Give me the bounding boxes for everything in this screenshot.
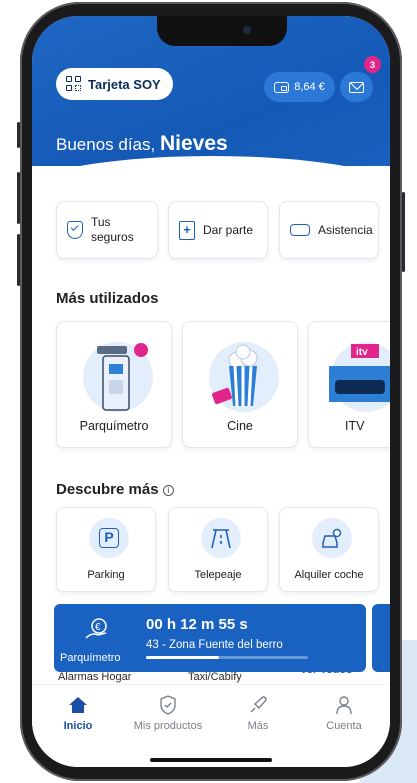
- svg-text:€: €: [95, 622, 101, 633]
- home-icon: [69, 697, 87, 713]
- tab-bar: Inicio Mis productos Más Cuenta: [32, 684, 390, 767]
- app-screen: Tarjeta SOY 8,64 € 3 Buenos días, Nieves…: [32, 16, 390, 767]
- user-icon: [336, 696, 352, 715]
- active-parking-card[interactable]: € Parquímetro 00 h 12 m 55 s 43 - Zona F…: [54, 604, 366, 672]
- info-icon[interactable]: i: [162, 485, 174, 496]
- notification-badge: 3: [364, 56, 381, 73]
- shield-check-icon: [67, 221, 83, 239]
- svg-text:itv: itv: [356, 347, 368, 358]
- dar-parte-button[interactable]: + Dar parte: [168, 201, 268, 259]
- rocket-icon: [250, 696, 267, 713]
- tarjeta-soy-button[interactable]: Tarjeta SOY: [56, 68, 173, 100]
- parking-meter-icon: [97, 343, 148, 411]
- next-card-peek[interactable]: [372, 604, 390, 672]
- tarjeta-soy-label: Tarjeta SOY: [88, 76, 161, 92]
- hand-euro-icon: €: [85, 618, 107, 639]
- parking-progress-fill: [146, 656, 219, 659]
- parking-p-icon: P: [99, 528, 119, 548]
- notch: [157, 16, 287, 46]
- most-used-title: Más utilizados: [56, 290, 159, 307]
- highway-toll-icon: [211, 529, 231, 549]
- most-used-cine[interactable]: Cine: [182, 321, 298, 448]
- parking-progress-track: [146, 656, 308, 659]
- asistencia-button[interactable]: Asistencia: [279, 201, 379, 259]
- parking-timer: 00 h 12 m 55 s: [146, 616, 248, 633]
- discover-alquiler-coche[interactable]: Alquiler coche: [279, 507, 379, 592]
- greeting: Buenos días, Nieves: [56, 132, 228, 155]
- document-plus-icon: +: [179, 220, 195, 240]
- home-indicator: [150, 758, 272, 762]
- tus-seguros-button[interactable]: Tus seguros: [56, 201, 158, 259]
- wallet-icon: [274, 81, 290, 93]
- messages-button[interactable]: [340, 72, 373, 102]
- tab-mis-productos[interactable]: Mis productos: [128, 695, 208, 732]
- discover-parking[interactable]: P Parking: [56, 507, 156, 592]
- tab-mas[interactable]: Más: [218, 695, 298, 732]
- discover-telepeaje[interactable]: Telepeaje: [168, 507, 268, 592]
- most-used-itv[interactable]: itv ITV: [308, 321, 390, 448]
- qr-code-icon: [66, 76, 82, 92]
- user-name: Nieves: [159, 132, 228, 155]
- popcorn-icon: [212, 344, 258, 407]
- parking-zone: 43 - Zona Fuente del berro: [146, 639, 283, 651]
- discover-title: Descubre más i: [56, 481, 174, 498]
- itv-station-icon: itv: [329, 344, 390, 402]
- tow-truck-icon: [290, 224, 310, 236]
- tab-cuenta[interactable]: Cuenta: [304, 695, 384, 732]
- most-used-parquimetro[interactable]: Parquímetro: [56, 321, 172, 448]
- shield-icon: [160, 695, 176, 715]
- tab-inicio[interactable]: Inicio: [38, 695, 118, 732]
- car-key-icon: [322, 528, 342, 548]
- parking-card-label: Parquímetro: [60, 652, 121, 664]
- wallet-balance-button[interactable]: 8,64 €: [264, 72, 335, 102]
- wallet-balance: 8,64 €: [294, 81, 325, 93]
- mail-icon: [349, 81, 364, 93]
